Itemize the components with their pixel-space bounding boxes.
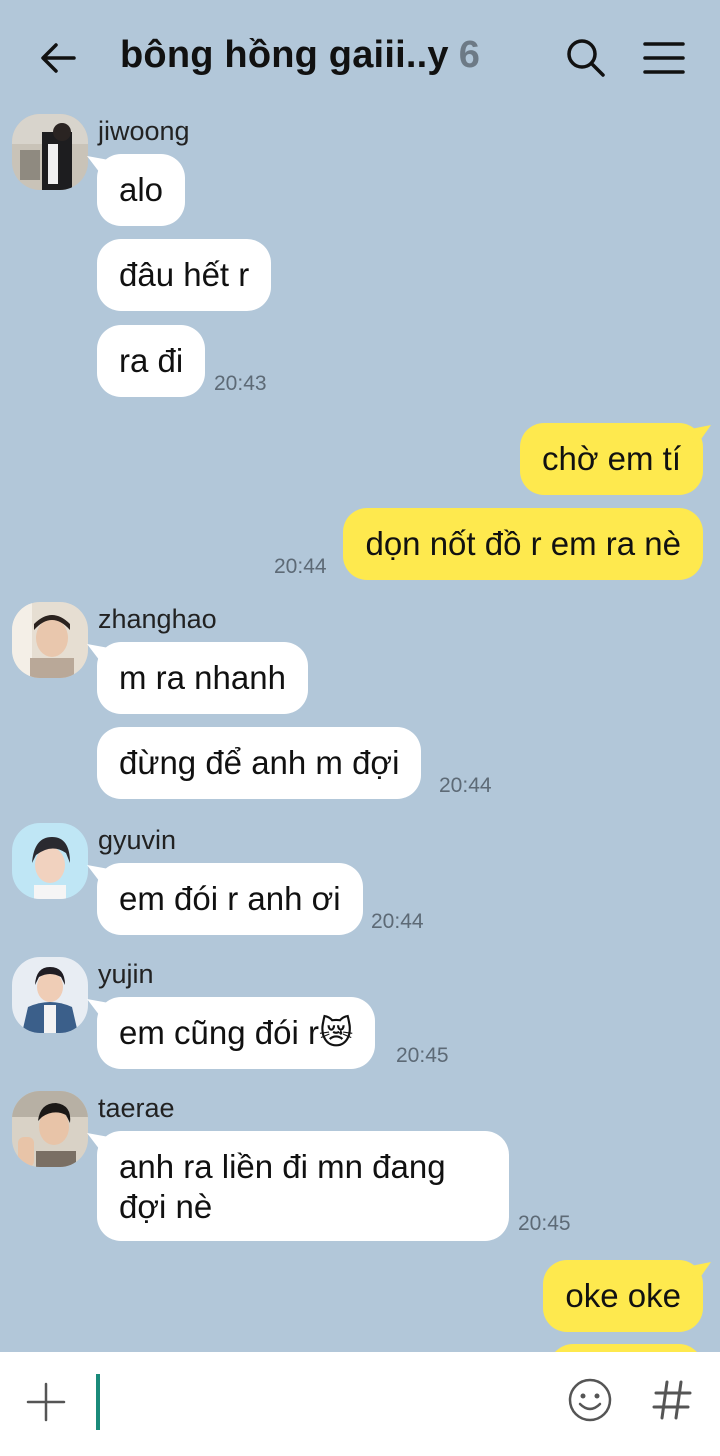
hashtag-button[interactable] — [650, 1374, 694, 1426]
message-list[interactable]: jiwoong alo đâu hết r ra đi 20:43 chờ em… — [0, 110, 720, 1352]
profile-photo — [12, 114, 88, 190]
message-time: 20:45 — [518, 1212, 571, 1235]
back-button[interactable] — [36, 36, 80, 80]
avatar-gyuvin[interactable] — [12, 823, 88, 899]
member-count: 6 — [458, 34, 481, 76]
message-bubble[interactable]: ra đi — [97, 325, 206, 397]
chat-header: bông hồng gaiii..y 6 — [0, 0, 720, 110]
my-message-bubble[interactable]: chờ em tí — [519, 423, 703, 495]
profile-photo — [12, 823, 88, 899]
text-cursor — [96, 1374, 100, 1430]
profile-photo — [12, 1091, 88, 1167]
message-time: 20:45 — [396, 1044, 449, 1067]
hamburger-menu-icon — [643, 42, 685, 74]
sender-name: taerae — [98, 1093, 175, 1123]
profile-photo — [12, 957, 88, 1033]
message-time: 20:43 — [214, 372, 267, 395]
hashtag-icon — [652, 1380, 692, 1420]
my-message-bubble[interactable]: dọn nốt đồ r em ra nè — [343, 508, 703, 580]
message-time: 20:44 — [439, 774, 492, 797]
message-bubble[interactable]: đâu hết r — [97, 239, 272, 311]
menu-button[interactable] — [642, 38, 686, 78]
message-input-bar — [0, 1352, 720, 1456]
sender-name: yujin — [98, 959, 154, 989]
message-bubble[interactable]: anh ra liền đi mn đang đợi nè — [97, 1131, 509, 1241]
avatar-zhanghao[interactable] — [12, 602, 88, 678]
arrow-left-icon — [41, 43, 76, 73]
search-icon — [567, 39, 605, 77]
avatar-yujin[interactable] — [12, 957, 88, 1033]
message-time: 20:44 — [371, 910, 424, 933]
my-message-bubble-partial[interactable] — [549, 1344, 703, 1352]
avatar-taerae[interactable] — [12, 1091, 88, 1167]
sender-name: zhanghao — [98, 604, 217, 634]
message-bubble[interactable]: đừng để anh m đợi — [97, 727, 422, 799]
message-bubble[interactable]: em đói r anh ơi — [97, 863, 363, 935]
message-time: 20:44 — [274, 555, 327, 578]
sender-name: gyuvin — [98, 825, 177, 855]
profile-photo — [12, 602, 88, 678]
message-input[interactable] — [106, 1374, 546, 1430]
smiley-icon — [568, 1378, 612, 1422]
message-bubble[interactable]: alo — [97, 154, 186, 226]
sender-name: jiwoong — [98, 116, 190, 146]
my-message-bubble[interactable]: oke oke — [543, 1260, 703, 1332]
attach-button[interactable] — [24, 1380, 68, 1424]
chat-title-text: bông hồng gaiii..y — [120, 34, 449, 76]
message-bubble[interactable]: m ra nhanh — [97, 642, 308, 714]
plus-icon — [26, 1382, 66, 1422]
chat-title: bông hồng gaiii..y 6 — [120, 34, 480, 77]
message-bubble[interactable]: em cũng đói r😿 — [97, 997, 376, 1069]
search-button[interactable] — [564, 36, 608, 80]
emoji-button[interactable] — [566, 1376, 614, 1424]
avatar-jiwoong[interactable] — [12, 114, 88, 190]
